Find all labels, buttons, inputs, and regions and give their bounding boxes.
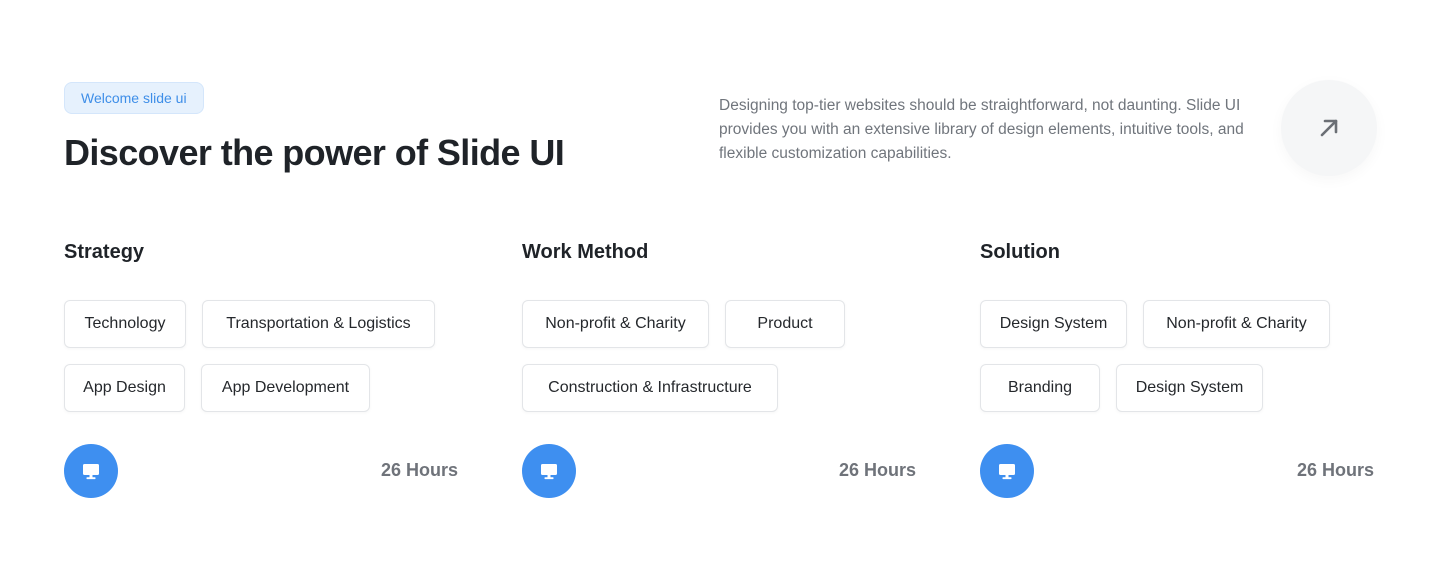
arrow-button[interactable] — [1281, 80, 1377, 176]
hours-label: 26 Hours — [380, 460, 458, 480]
monitor-icon — [999, 464, 1015, 480]
column-work-method: Work Method Non-profit & Charity Product… — [522, 241, 918, 501]
tag-design-system[interactable]: Design System — [980, 300, 1127, 348]
tag-app-design[interactable]: App Design — [64, 364, 185, 412]
monitor-button[interactable] — [980, 444, 1034, 498]
column-strategy: Strategy Technology Transportation & Log… — [64, 241, 460, 501]
tag-design-system[interactable]: Design System — [1116, 364, 1263, 412]
hours-label: 26 Hours — [1296, 460, 1374, 480]
tag-transportation-logistics[interactable]: Transportation & Logistics — [202, 300, 435, 348]
page-title: Discover the power of Slide UI — [64, 132, 565, 173]
column-title: Solution — [980, 241, 1060, 263]
tag-construction-infrastructure[interactable]: Construction & Infrastructure — [522, 364, 778, 412]
hero-header: Welcome slide ui Discover the power of S… — [64, 80, 1377, 182]
page: Welcome slide ui Discover the power of S… — [0, 0, 1440, 579]
welcome-badge: Welcome slide ui — [64, 82, 204, 114]
column-title: Work Method — [522, 241, 649, 263]
tag-non-profit-charity[interactable]: Non-profit & Charity — [522, 300, 709, 348]
tag-technology[interactable]: Technology — [64, 300, 186, 348]
tag-branding[interactable]: Branding — [980, 364, 1100, 412]
monitor-icon — [541, 464, 557, 480]
monitor-icon — [83, 464, 99, 480]
tag-non-profit-charity[interactable]: Non-profit & Charity — [1143, 300, 1330, 348]
tag-app-development[interactable]: App Development — [201, 364, 370, 412]
arrow-up-right-icon — [1320, 119, 1338, 137]
hours-label: 26 Hours — [838, 460, 916, 480]
monitor-button[interactable] — [522, 444, 576, 498]
column-solution: Solution Design System Non-profit & Char… — [980, 241, 1376, 501]
column-title: Strategy — [64, 241, 145, 263]
hero-description: Designing top-tier websites should be st… — [719, 97, 1244, 162]
monitor-button[interactable] — [64, 444, 118, 498]
tag-product[interactable]: Product — [725, 300, 845, 348]
